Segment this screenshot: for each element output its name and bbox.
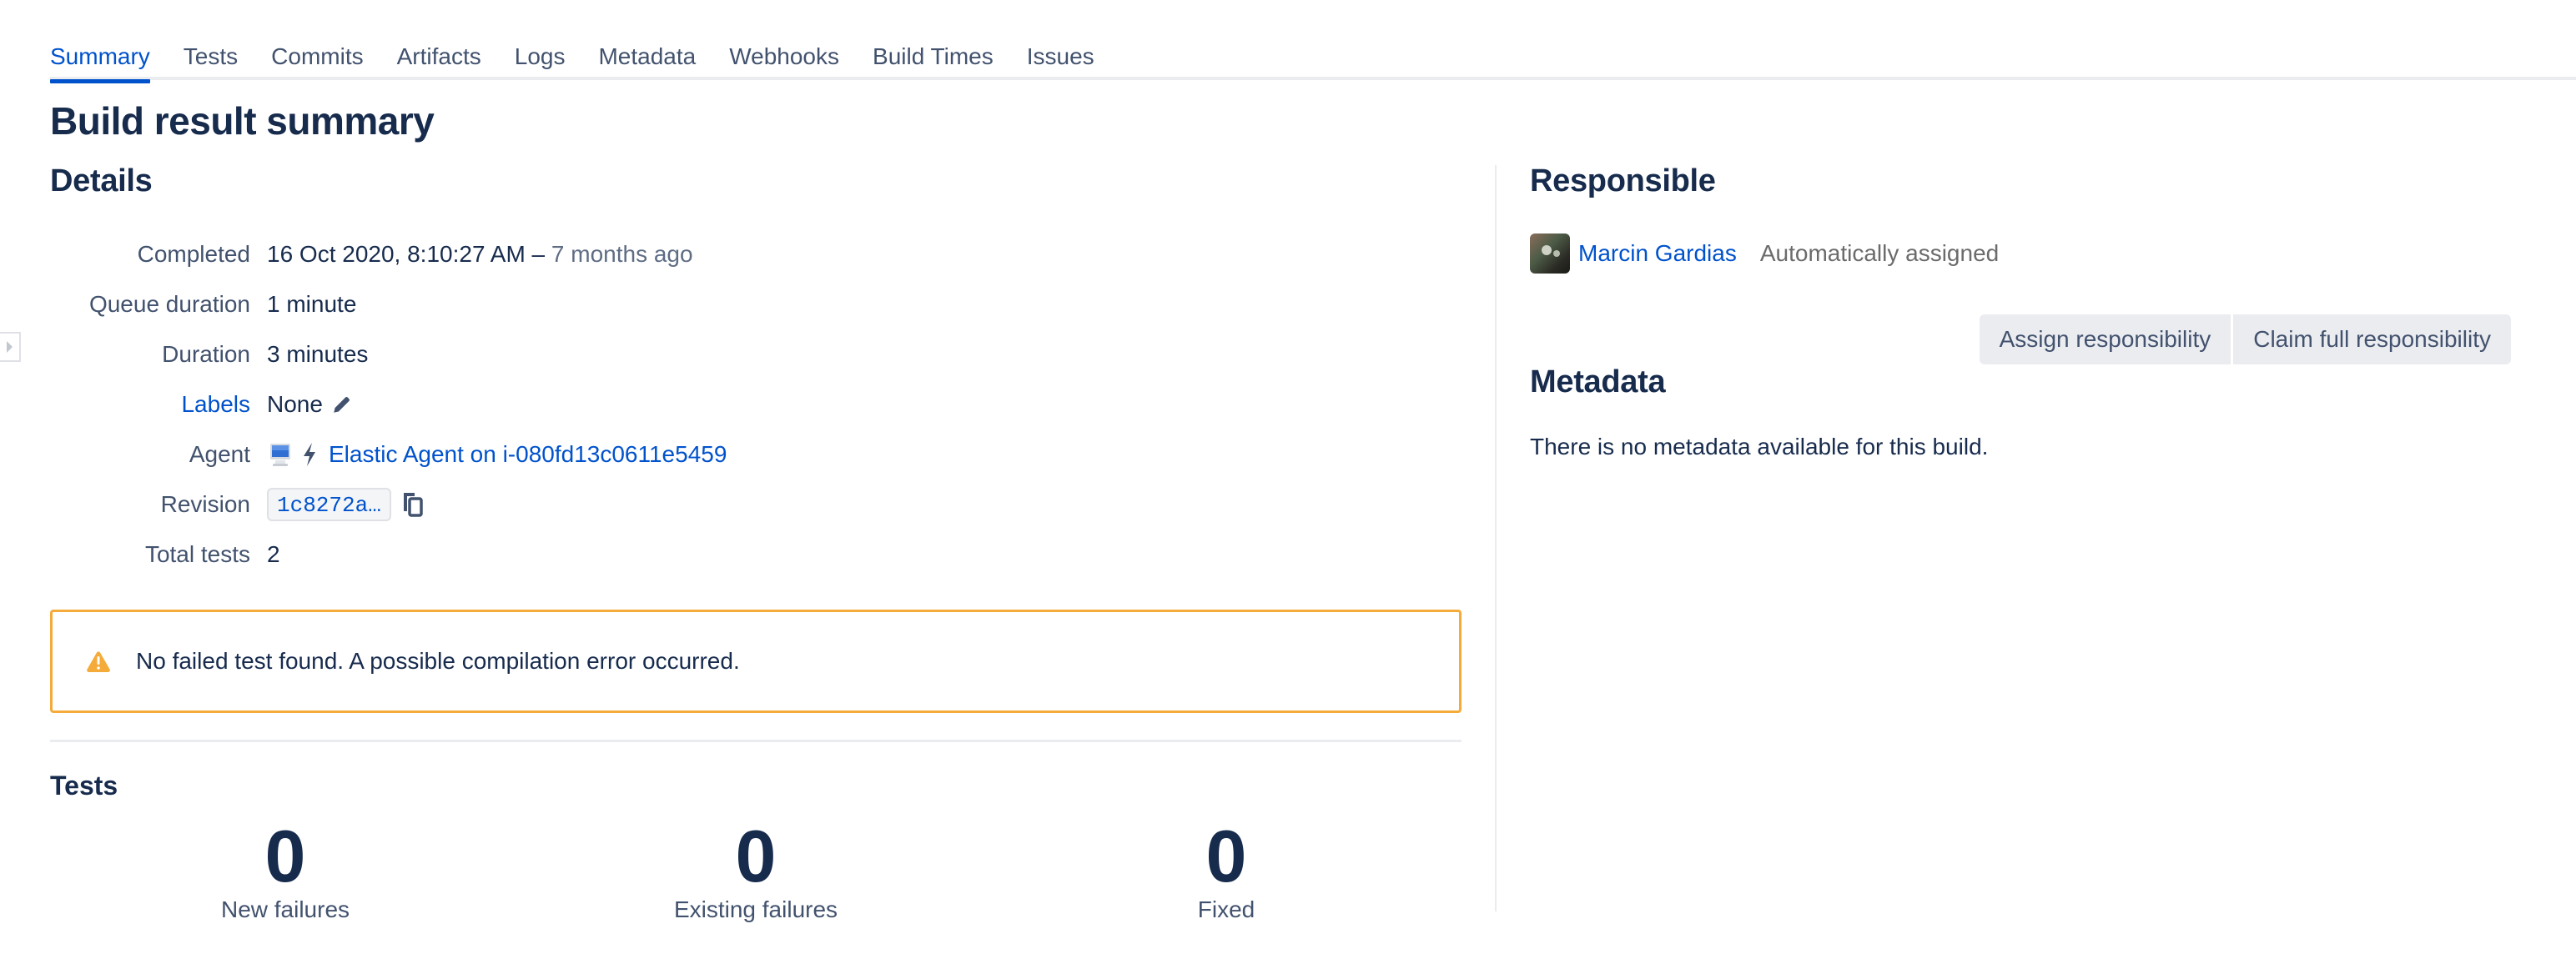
copy-icon[interactable] — [401, 491, 425, 518]
detail-row-duration: Duration 3 minutes — [50, 329, 1462, 379]
detail-label: Total tests — [144, 541, 250, 567]
detail-row-total-tests: Total tests 2 — [50, 530, 1462, 580]
section-divider — [50, 740, 1462, 742]
detail-row-queue-duration: Queue duration 1 minute — [50, 279, 1462, 329]
tab-logs[interactable]: Logs — [515, 37, 566, 80]
detail-value: 1c8272a… — [267, 488, 425, 521]
warning-text: No failed test found. A possible compila… — [136, 648, 740, 674]
avatar — [1530, 233, 1570, 274]
responsibility-actions: Assign responsibility Claim full respons… — [1530, 314, 2511, 364]
computer-icon — [270, 444, 290, 466]
stat-value: 0 — [735, 815, 777, 897]
tab-issues[interactable]: Issues — [1027, 37, 1094, 80]
detail-value: 2 — [267, 541, 280, 567]
detail-row-completed: Completed 16 Oct 2020, 8:10:27 AM – 7 mo… — [50, 229, 1462, 279]
test-stats: 0 New failures 0 Existing failures 0 Fix… — [50, 818, 1462, 923]
stat-label: Existing failures — [673, 896, 838, 922]
detail-label: Revision — [160, 491, 250, 517]
detail-value: 3 minutes — [267, 341, 369, 367]
details-heading: Details — [50, 163, 153, 198]
agent-link[interactable]: Elastic Agent on i-080fd13c0611e5459 — [329, 441, 727, 468]
stat-label: New failures — [220, 896, 350, 922]
tab-artifacts[interactable]: Artifacts — [397, 37, 481, 80]
responsible-column: Responsible Marcin Gardias Automatically… — [1530, 163, 2511, 460]
detail-row-revision: Revision 1c8272a… — [50, 480, 1462, 530]
metadata-heading: Metadata — [1530, 364, 1666, 399]
detail-label: Agent — [189, 441, 250, 467]
chevron-right-icon — [7, 341, 13, 353]
detail-label: Completed — [137, 241, 250, 267]
warning-message: No failed test found. A possible compila… — [50, 610, 1462, 713]
tab-bar: Summary Tests Commits Artifacts Logs Met… — [50, 37, 2576, 83]
claim-full-responsibility-button[interactable]: Claim full responsibility — [2233, 314, 2511, 364]
detail-label: Queue duration — [88, 291, 250, 317]
assign-responsibility-button[interactable]: Assign responsibility — [1979, 314, 2231, 364]
detail-value: 1 minute — [267, 291, 357, 317]
stat-label: Fixed — [1197, 896, 1255, 922]
revision-link[interactable]: 1c8272a… — [267, 488, 391, 521]
responsible-user-link[interactable]: Marcin Gardias — [1578, 240, 1737, 267]
labels-value: None — [267, 391, 323, 417]
page-title: Build result summary — [50, 99, 435, 143]
pencil-icon[interactable] — [331, 394, 353, 415]
tab-summary[interactable]: Summary — [50, 37, 150, 83]
lightning-icon — [304, 443, 315, 466]
column-divider — [1495, 165, 1497, 911]
tab-metadata[interactable]: Metadata — [598, 37, 696, 80]
responsible-user: Marcin Gardias Automatically assigned — [1530, 233, 2511, 274]
labels-link[interactable]: Labels — [50, 391, 267, 418]
stat-new-failures: 0 New failures — [50, 818, 521, 923]
tab-build-times[interactable]: Build Times — [873, 37, 994, 80]
detail-value: Elastic Agent on i-080fd13c0611e5459 — [267, 441, 727, 468]
stat-existing-failures: 0 Existing failures — [521, 818, 991, 923]
tests-heading: Tests — [50, 771, 118, 801]
detail-value: 16 Oct 2020, 8:10:27 AM – 7 months ago — [267, 241, 693, 268]
completed-datetime: 16 Oct 2020, 8:10:27 AM — [267, 241, 526, 267]
completed-relative-time: 7 months ago — [551, 241, 693, 267]
stat-value: 0 — [264, 815, 306, 897]
detail-value: None — [267, 391, 353, 418]
tab-commits[interactable]: Commits — [271, 37, 363, 80]
tab-webhooks[interactable]: Webhooks — [729, 37, 839, 80]
warning-icon — [87, 651, 110, 673]
completed-separator: – — [525, 241, 551, 267]
assignment-note: Automatically assigned — [1759, 240, 2000, 266]
sidebar-expand-toggle[interactable] — [0, 332, 21, 362]
details-list: Completed 16 Oct 2020, 8:10:27 AM – 7 mo… — [50, 229, 1462, 580]
metadata-empty-text: There is no metadata available for this … — [1530, 434, 1989, 459]
detail-label: Duration — [162, 341, 250, 367]
stat-fixed: 0 Fixed — [991, 818, 1462, 923]
responsible-heading: Responsible — [1530, 163, 1716, 198]
details-column: Details Completed 16 Oct 2020, 8:10:27 A… — [50, 163, 1462, 923]
detail-row-labels: Labels None — [50, 379, 1462, 429]
tab-tests[interactable]: Tests — [184, 37, 238, 80]
stat-value: 0 — [1205, 815, 1247, 897]
detail-row-agent: Agent Elastic Agent on i-080fd13c0611e54… — [50, 429, 1462, 480]
